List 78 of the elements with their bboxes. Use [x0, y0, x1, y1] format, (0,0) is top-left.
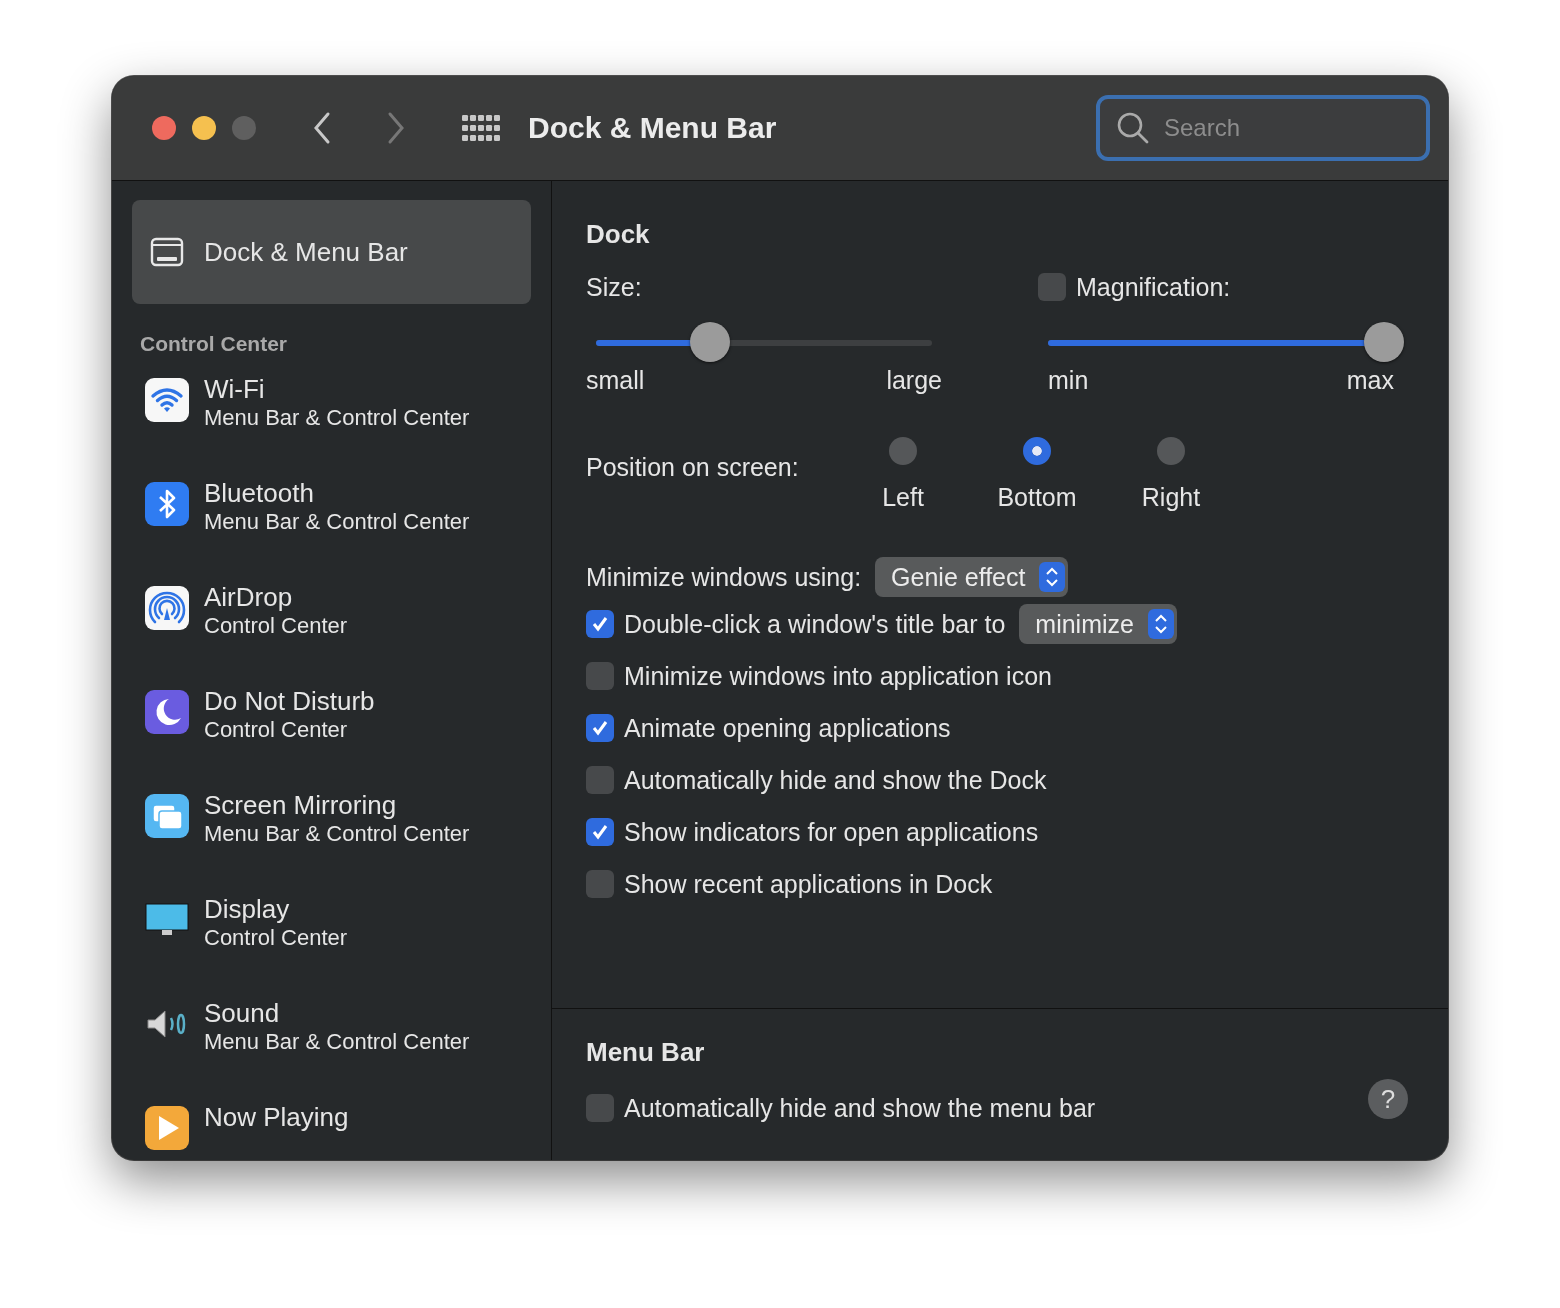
slider-thumb[interactable]: [1364, 322, 1404, 362]
item-subtitle: Control Center: [204, 716, 349, 744]
checkbox[interactable]: [586, 818, 614, 846]
size-label: Size:: [586, 272, 642, 302]
wifi-icon: [145, 378, 189, 422]
sidebar-item[interactable]: Dock & Menu Bar: [132, 200, 531, 304]
item-title: AirDrop: [204, 582, 294, 612]
checkbox[interactable]: [586, 714, 614, 742]
position-label: Position on screen:: [586, 453, 800, 482]
checkbox[interactable]: [586, 870, 614, 898]
item-subtitle: Menu Bar & Control Center: [204, 820, 470, 848]
item-title: Display: [204, 894, 291, 924]
dock-icon: [150, 235, 184, 269]
item-subtitle: Control Center: [204, 924, 348, 952]
section-heading: Control Center: [139, 331, 288, 357]
checkbox-label: Minimize windows into application icon: [624, 661, 1052, 691]
slider-min-label: min: [1048, 366, 1089, 395]
item-title: Sound: [204, 998, 281, 1028]
magnification-label: Magnification:: [1076, 272, 1231, 302]
checkbox[interactable]: [586, 766, 614, 794]
checkbox-label: Animate opening applications: [624, 713, 951, 743]
checkbox[interactable]: [586, 1094, 614, 1122]
sidebar-item[interactable]: Screen Mirroring Menu Bar & Control Center: [132, 778, 531, 882]
sidebar-item[interactable]: Now Playing: [132, 1090, 531, 1160]
bluetooth-icon: [145, 482, 189, 526]
window-title: Dock & Menu Bar: [528, 111, 777, 145]
radio-label: Left: [882, 483, 924, 512]
section-title: Dock: [586, 219, 651, 250]
item-title: Wi-Fi: [204, 374, 266, 404]
item-title: Screen Mirroring: [204, 790, 398, 820]
radio-button[interactable]: [1157, 437, 1185, 465]
action-dropdown[interactable]: minimize: [1019, 604, 1177, 644]
checkbox[interactable]: [586, 662, 614, 690]
sidebar-item[interactable]: Sound Menu Bar & Control Center: [132, 986, 531, 1090]
item-title: Do Not Disturb: [204, 686, 375, 716]
sidebar-item[interactable]: Display Control Center: [132, 882, 531, 986]
airdrop-icon: [145, 586, 189, 630]
checkbox-label: Show indicators for open applications: [624, 817, 1039, 847]
radio-label: Bottom: [997, 483, 1077, 512]
sidebar-item[interactable]: Bluetooth Menu Bar & Control Center: [132, 466, 531, 570]
minimize-label: Minimize windows using:: [586, 562, 862, 592]
slider-max-label: large: [886, 366, 942, 395]
screens-icon: [145, 794, 189, 838]
checkbox-label: Automatically hide and show the Dock: [624, 765, 1047, 795]
sidebar-item[interactable]: AirDrop Control Center: [132, 570, 531, 674]
item-title: Bluetooth: [204, 478, 315, 508]
minimize-button[interactable]: [192, 116, 216, 140]
checkbox-label: Double-click a window's title bar to: [624, 609, 1006, 639]
slider-thumb[interactable]: [690, 322, 731, 362]
moon-icon: [145, 690, 189, 734]
radio-button[interactable]: [889, 437, 917, 465]
section-title: Menu Bar: [586, 1037, 706, 1068]
grid-icon[interactable]: [462, 114, 500, 142]
item-subtitle: Menu Bar & Control Center: [204, 1028, 470, 1056]
item-title: Now Playing: [204, 1102, 349, 1132]
forward-icon[interactable]: [386, 111, 406, 145]
checkbox[interactable]: [1038, 273, 1066, 301]
up-down-chevron-icon: [1039, 562, 1066, 592]
slider-max-label: max: [1346, 366, 1394, 395]
up-down-chevron-icon: [1147, 609, 1174, 639]
play-icon: [145, 1106, 189, 1150]
sidebar-item[interactable]: Do Not Disturb Control Center: [132, 674, 531, 778]
help-button[interactable]: ?: [1368, 1079, 1408, 1119]
sidebar-item[interactable]: Wi-Fi Menu Bar & Control Center: [132, 362, 531, 466]
back-icon[interactable]: [312, 111, 332, 145]
checkbox-label: Show recent applications in Dock: [624, 869, 993, 899]
checkbox-label: Automatically hide and show the menu bar: [624, 1093, 1096, 1123]
search-icon: [1116, 111, 1150, 145]
checkbox[interactable]: [586, 610, 614, 638]
effect-dropdown[interactable]: Genie effect: [875, 557, 1069, 597]
close-button[interactable]: [152, 116, 176, 140]
item-subtitle: Menu Bar & Control Center: [204, 508, 470, 536]
search-field[interactable]: Search: [1096, 95, 1430, 161]
radio-button[interactable]: [1023, 437, 1051, 465]
item-subtitle: Menu Bar & Control Center: [204, 404, 470, 432]
slider-min-label: small: [586, 366, 645, 395]
radio-label: Right: [1141, 483, 1201, 512]
item-subtitle: Control Center: [204, 612, 348, 640]
